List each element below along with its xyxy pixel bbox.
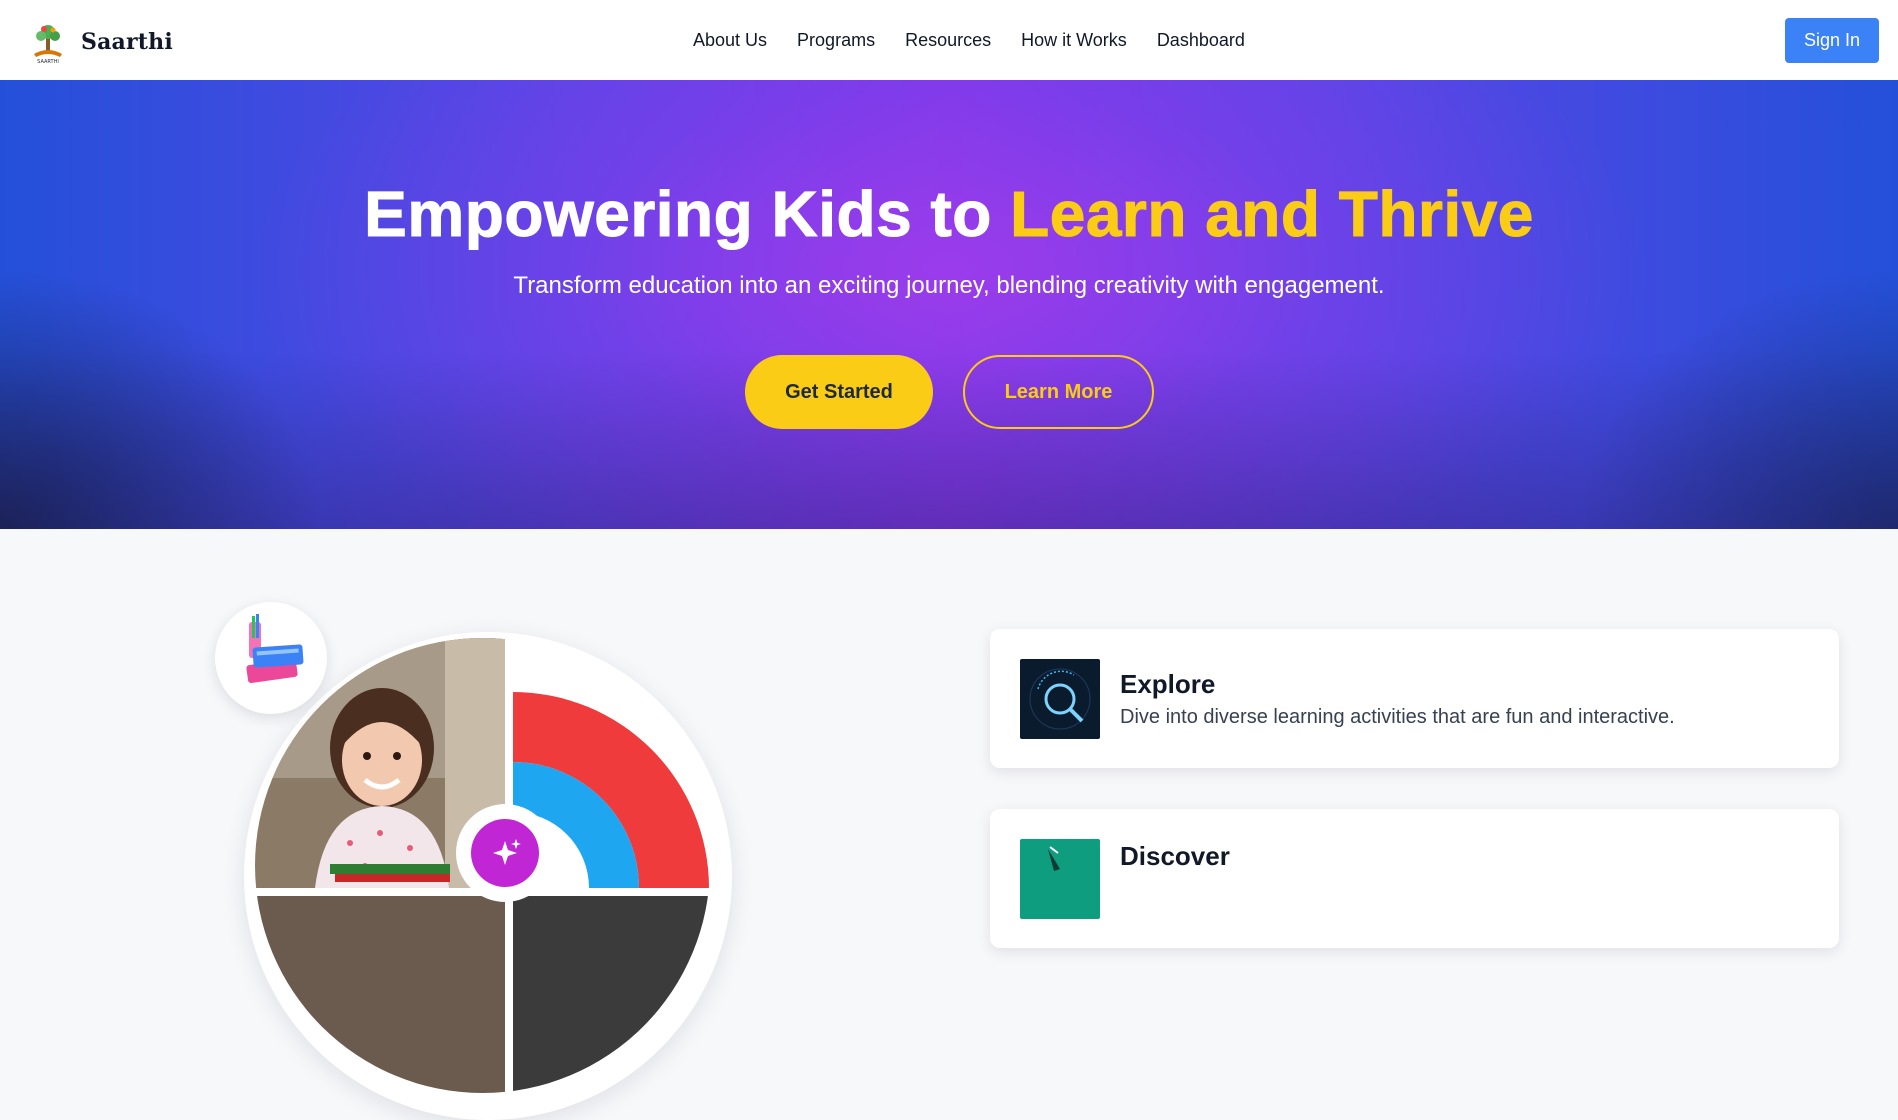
- feature-card-discover[interactable]: Discover: [990, 809, 1839, 948]
- sign-in-button[interactable]: Sign In: [1785, 18, 1879, 63]
- sparkle-inner: [471, 819, 539, 887]
- magnifier-exploration-icon: [1020, 659, 1100, 739]
- books-badge: [215, 602, 327, 714]
- top-navbar: SAARTHI Saarthi About Us Programs Resour…: [0, 0, 1898, 80]
- hero-title: Empowering Kids to Learn and Thrive: [0, 176, 1898, 252]
- hero-title-main: Empowering Kids to: [364, 178, 1011, 251]
- brand-name: Saarthi: [81, 29, 173, 55]
- sparkle-button[interactable]: [456, 804, 554, 902]
- hero-section: Empowering Kids to Learn and Thrive Tran…: [0, 80, 1898, 529]
- brand[interactable]: SAARTHI Saarthi: [26, 20, 173, 64]
- svg-text:SAARTHI: SAARTHI: [37, 59, 59, 64]
- card-title: Discover: [1120, 841, 1230, 871]
- discover-thumbnail-icon: [1020, 839, 1100, 919]
- feature-card-explore[interactable]: Explore Dive into diverse learning activ…: [990, 629, 1839, 768]
- hero-title-accent: Learn and Thrive: [1010, 178, 1534, 251]
- learn-more-button[interactable]: Learn More: [963, 355, 1154, 429]
- hero-vignette: [0, 80, 1898, 529]
- tree-logo-icon: SAARTHI: [34, 25, 62, 64]
- main-nav: About Us Programs Resources How it Works…: [693, 0, 1275, 80]
- nav-about-us[interactable]: About Us: [693, 30, 767, 51]
- card-title: Explore: [1120, 669, 1216, 699]
- get-started-button[interactable]: Get Started: [745, 355, 933, 429]
- nav-programs[interactable]: Programs: [797, 30, 875, 51]
- feature-visual: [210, 600, 770, 1120]
- books-icon: [246, 614, 304, 684]
- nav-dashboard[interactable]: Dashboard: [1157, 30, 1245, 51]
- nav-how-it-works[interactable]: How it Works: [1021, 30, 1127, 51]
- card-thumbnail: [1020, 659, 1100, 739]
- sparkle-icon: [493, 839, 521, 865]
- hero-subtitle: Transform education into an exciting jou…: [513, 272, 1385, 299]
- card-description: Dive into diverse learning activities th…: [1120, 706, 1675, 728]
- nav-resources[interactable]: Resources: [905, 30, 991, 51]
- card-thumbnail: [1020, 839, 1100, 919]
